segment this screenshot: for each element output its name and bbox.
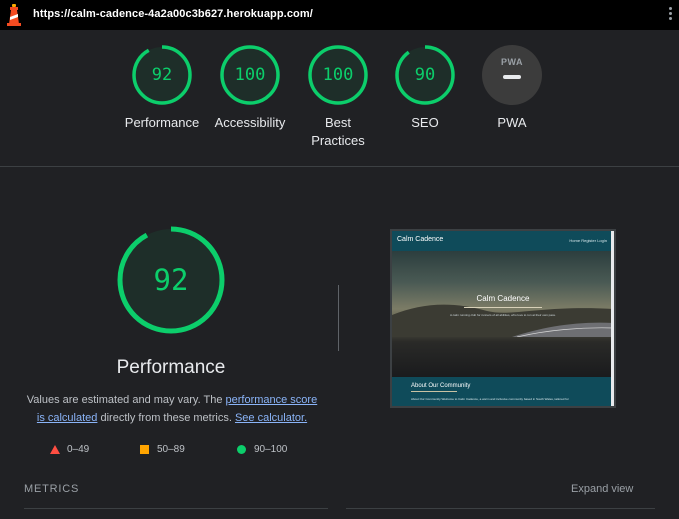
thumb-hero-subtitle: A calm running club for runners of all a… bbox=[449, 313, 557, 317]
average-square-icon bbox=[140, 445, 149, 454]
summary-gauge-accessibility[interactable]: 100 bbox=[220, 45, 280, 105]
pwa-badge-text: PWA bbox=[500, 57, 523, 67]
section-divider bbox=[0, 166, 679, 167]
pwa-label: PWA bbox=[497, 115, 527, 130]
summary-label: Accessibility bbox=[214, 115, 286, 130]
performance-score: 92 bbox=[153, 263, 189, 297]
thumb-hills-shape bbox=[392, 304, 614, 337]
more-options-icon[interactable] bbox=[666, 7, 674, 23]
pwa-dash-icon bbox=[503, 75, 521, 79]
summary-label: Best Practices bbox=[311, 115, 365, 148]
summary-gauge-performance[interactable]: 92 bbox=[132, 45, 192, 105]
page-url[interactable]: https://calm-cadence-4a2a00c3b627.heroku… bbox=[33, 8, 313, 20]
legend-fail-range: 0–49 bbox=[67, 444, 90, 455]
summary-score: 100 bbox=[322, 65, 354, 85]
page-screenshot-thumbnail[interactable]: Calm Cadence Home Register Login Calm Ca… bbox=[390, 229, 616, 408]
expand-view-toggle[interactable]: Expand view bbox=[571, 483, 633, 495]
pass-circle-icon bbox=[237, 445, 246, 454]
performance-description: Values are estimated and may vary. The p… bbox=[24, 391, 320, 427]
pwa-gauge[interactable]: PWA bbox=[482, 45, 542, 105]
performance-title: Performance bbox=[116, 357, 226, 378]
thumb-about-text: About Our Community Welcome to Calm Cade… bbox=[411, 397, 569, 401]
lighthouse-logo-icon bbox=[7, 4, 21, 26]
see-calculator-link[interactable]: See calculator. bbox=[235, 412, 307, 424]
thumb-navbar: Calm Cadence Home Register Login bbox=[392, 231, 614, 251]
metrics-rule-left bbox=[24, 508, 328, 509]
summary-score: 90 bbox=[414, 65, 436, 85]
legend-average-range: 50–89 bbox=[157, 444, 185, 455]
vertical-divider bbox=[338, 285, 339, 351]
summary-label: Performance bbox=[124, 115, 200, 130]
metrics-rule-right bbox=[346, 508, 655, 509]
thumb-scrollbar bbox=[611, 231, 614, 406]
thumb-about-section: About Our Community About Our Community … bbox=[392, 377, 614, 406]
performance-gauge-large: 92 bbox=[116, 225, 226, 335]
summary-score: 92 bbox=[151, 65, 173, 85]
summary-label: SEO bbox=[411, 115, 439, 130]
thumb-about-title: About Our Community bbox=[411, 383, 471, 389]
thumb-hero-divider bbox=[464, 307, 542, 308]
thumb-hero-title: Calm Cadence bbox=[476, 294, 530, 303]
desc-text-1: Values are estimated and may vary. The bbox=[26, 394, 226, 406]
summary-gauge-seo[interactable]: 90 bbox=[395, 45, 455, 105]
legend-pass-range: 90–100 bbox=[254, 444, 288, 455]
desc-text-2: directly from these metrics. bbox=[97, 412, 235, 424]
metrics-heading: METRICS bbox=[24, 483, 80, 495]
thumb-about-divider bbox=[411, 391, 457, 392]
thumb-hero-image: Calm Cadence A calm running club for run… bbox=[392, 251, 614, 377]
url-bar: https://calm-cadence-4a2a00c3b627.heroku… bbox=[0, 0, 679, 30]
fail-triangle-icon bbox=[50, 445, 60, 454]
summary-score: 100 bbox=[234, 65, 266, 85]
thumb-brand: Calm Cadence bbox=[397, 236, 444, 243]
thumb-nav-links: Home Register Login bbox=[569, 238, 607, 243]
summary-gauge-best-practices[interactable]: 100 bbox=[308, 45, 368, 105]
